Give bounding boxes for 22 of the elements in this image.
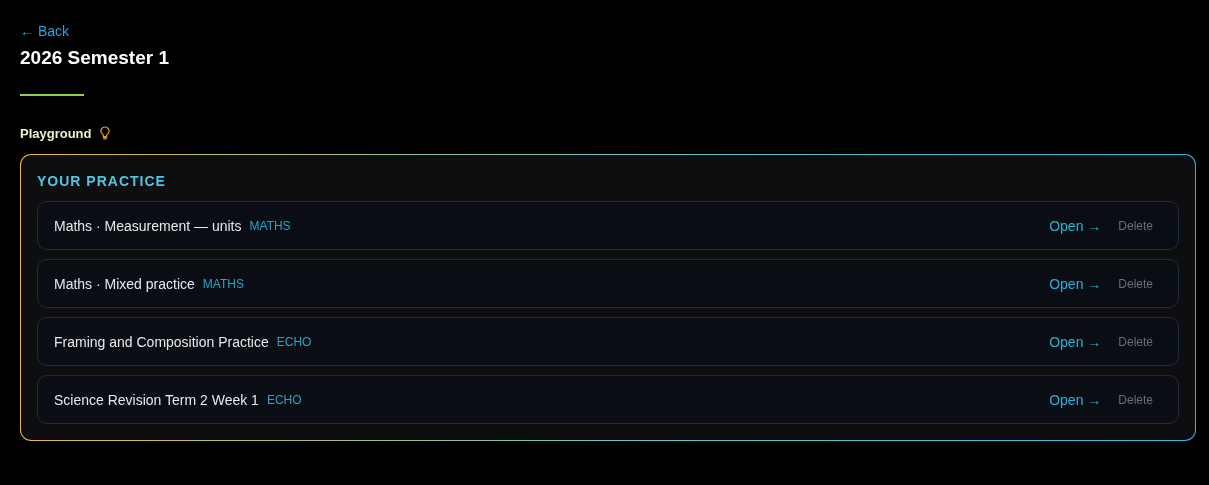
delete-link[interactable]: Delete	[1118, 334, 1153, 349]
delete-link[interactable]: Delete	[1118, 276, 1153, 291]
subject-tag: ECHO	[276, 334, 312, 349]
open-link[interactable]: Open →	[1049, 333, 1102, 350]
subject-tag: ECHO	[266, 392, 302, 407]
subject-tag: MATHS	[249, 218, 291, 233]
delete-link[interactable]: Delete	[1118, 392, 1153, 407]
section-label: Playground	[20, 125, 92, 141]
back-link[interactable]: ← Back	[20, 22, 69, 40]
lightbulb-icon	[99, 126, 110, 140]
open-link[interactable]: Open →	[1049, 217, 1102, 234]
accent-underline	[20, 94, 84, 96]
delete-link[interactable]: Delete	[1118, 218, 1153, 233]
item-title: Maths · Measurement — units	[54, 217, 242, 234]
subject-tag: MATHS	[202, 276, 244, 291]
open-link[interactable]: Open →	[1049, 391, 1102, 408]
item-title: Maths · Mixed practice	[54, 275, 195, 292]
item-title: Framing and Composition Practice	[54, 333, 269, 350]
page-title: 2026 Semester 1	[20, 46, 170, 70]
item-title: Science Revision Term 2 Week 1	[54, 391, 259, 408]
panel-heading: YOUR PRACTICE	[37, 173, 167, 189]
open-link[interactable]: Open →	[1049, 275, 1102, 292]
